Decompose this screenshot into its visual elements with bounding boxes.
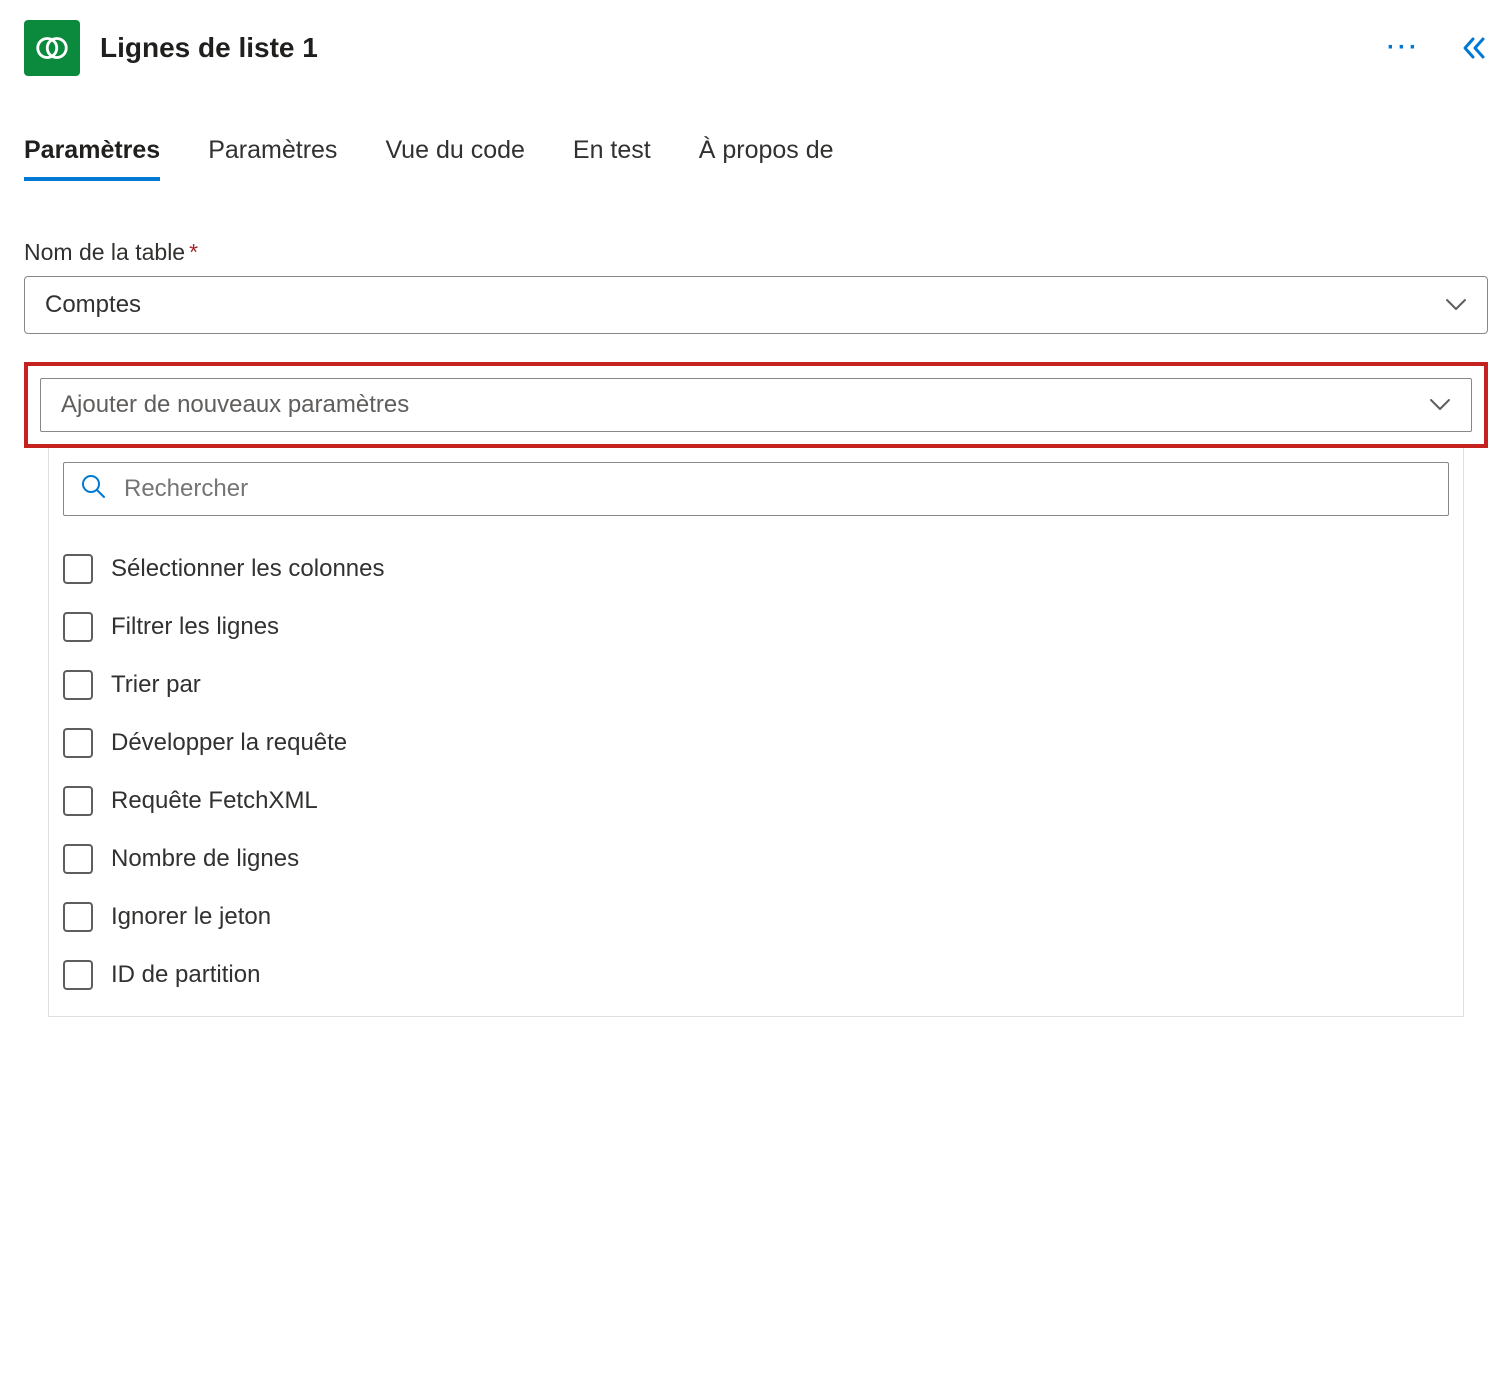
option-label: Requête FetchXML xyxy=(111,787,318,815)
option-label: Ignorer le jeton xyxy=(111,903,271,931)
option-select-columns[interactable]: Sélectionner les colonnes xyxy=(49,540,1463,598)
search-box[interactable] xyxy=(63,462,1449,516)
table-name-label-text: Nom de la table xyxy=(24,239,185,265)
collapse-panel-button[interactable] xyxy=(1460,34,1488,62)
tab-vue-du-code[interactable]: Vue du code xyxy=(385,136,524,181)
add-parameters-select[interactable]: Ajouter de nouveaux paramètres xyxy=(40,378,1472,432)
option-fetchxml[interactable]: Requête FetchXML xyxy=(49,772,1463,830)
tab-a-propos[interactable]: À propos de xyxy=(699,136,834,181)
tab-en-test[interactable]: En test xyxy=(573,136,651,181)
option-label: Nombre de lignes xyxy=(111,845,299,873)
checkbox[interactable] xyxy=(63,902,93,932)
option-label: Développer la requête xyxy=(111,729,347,757)
option-sort-by[interactable]: Trier par xyxy=(49,656,1463,714)
option-partition-id[interactable]: ID de partition xyxy=(49,946,1463,1004)
add-parameters-highlight: Ajouter de nouveaux paramètres xyxy=(24,362,1488,448)
checkbox[interactable] xyxy=(63,612,93,642)
tab-parametres-2[interactable]: Paramètres xyxy=(208,136,337,181)
checkbox[interactable] xyxy=(63,786,93,816)
chevron-down-icon xyxy=(1429,391,1451,419)
required-asterisk: * xyxy=(189,239,198,265)
checkbox[interactable] xyxy=(63,670,93,700)
connector-icon xyxy=(24,20,80,76)
option-label: Filtrer les lignes xyxy=(111,613,279,641)
more-menu-button[interactable]: ··· xyxy=(1387,34,1420,62)
tab-bar: Paramètres Paramètres Vue du code En tes… xyxy=(24,136,1488,181)
panel-title: Lignes de liste 1 xyxy=(100,32,1367,64)
checkbox[interactable] xyxy=(63,554,93,584)
add-parameters-dropdown: Sélectionner les colonnes Filtrer les li… xyxy=(48,448,1464,1017)
tab-parametres-1[interactable]: Paramètres xyxy=(24,136,160,181)
option-label: ID de partition xyxy=(111,961,260,989)
table-name-field: Nom de la table* Comptes xyxy=(24,239,1488,334)
table-name-select[interactable]: Comptes xyxy=(24,276,1488,334)
table-name-value: Comptes xyxy=(45,291,141,319)
option-expand-query[interactable]: Développer la requête xyxy=(49,714,1463,772)
option-filter-rows[interactable]: Filtrer les lignes xyxy=(49,598,1463,656)
checkbox[interactable] xyxy=(63,728,93,758)
panel-header: Lignes de liste 1 ··· xyxy=(24,20,1488,76)
options-list: Sélectionner les colonnes Filtrer les li… xyxy=(49,532,1463,1016)
table-name-label: Nom de la table* xyxy=(24,239,1488,266)
add-parameters-placeholder: Ajouter de nouveaux paramètres xyxy=(61,391,409,419)
option-row-count[interactable]: Nombre de lignes xyxy=(49,830,1463,888)
option-skip-token[interactable]: Ignorer le jeton xyxy=(49,888,1463,946)
chevron-down-icon xyxy=(1445,291,1467,319)
checkbox[interactable] xyxy=(63,844,93,874)
checkbox[interactable] xyxy=(63,960,93,990)
search-icon xyxy=(80,473,106,505)
option-label: Sélectionner les colonnes xyxy=(111,555,385,583)
search-input[interactable] xyxy=(124,475,1432,503)
option-label: Trier par xyxy=(111,671,201,699)
search-wrap xyxy=(49,448,1463,532)
